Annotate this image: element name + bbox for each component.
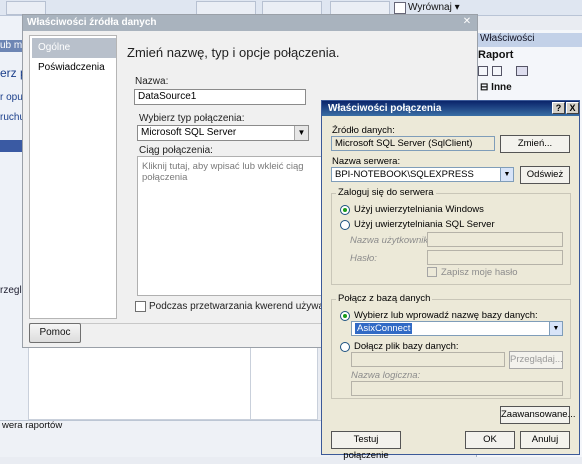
nav-item-general[interactable]: Ogólne xyxy=(32,38,116,58)
attach-database-label: Dołącz plik bazy danych: xyxy=(354,341,459,352)
data-source-label: Źródło danych: xyxy=(332,125,395,136)
password-field[interactable] xyxy=(427,250,563,265)
property-pages-icon[interactable] xyxy=(516,66,528,76)
save-password-checkbox[interactable] xyxy=(427,267,437,277)
status-text: wera raportów xyxy=(2,420,63,431)
help-button[interactable]: Pomoc xyxy=(29,323,81,343)
toolbar-button-group[interactable] xyxy=(6,1,46,15)
categorized-icon[interactable] xyxy=(478,66,488,76)
connection-properties-dialog: Właściwości połączenia ? X Źródło danych… xyxy=(321,100,580,461)
single-transaction-checkbox[interactable] xyxy=(135,301,146,312)
help-icon[interactable]: ? xyxy=(552,102,565,114)
ide-left-highlight xyxy=(0,140,22,152)
password-label: Hasło: xyxy=(350,253,377,264)
change-button[interactable]: Zmień... xyxy=(500,135,570,153)
toolbar-button-group[interactable] xyxy=(262,1,322,15)
ok-button[interactable]: OK xyxy=(465,431,515,449)
data-source-field: Microsoft SQL Server (SqlClient) xyxy=(331,136,495,151)
server-name-label: Nazwa serwera: xyxy=(332,156,401,167)
test-connection-button[interactable]: Testuj połączenie xyxy=(331,431,401,461)
chevron-down-icon[interactable]: ▼ xyxy=(549,322,562,335)
connection-string-label: Ciąg połączenia: xyxy=(139,145,213,156)
dialog-title-bar: Właściwości połączenia xyxy=(322,101,579,116)
dialog-nav: Ogólne Poświadczenia xyxy=(29,35,117,319)
server-name-combo[interactable]: BPI-NOTEBOOK\SQLEXPRESS ▼ xyxy=(331,167,514,182)
database-group-title: Połącz z bazą danych xyxy=(336,293,433,304)
dialog-title-bar: Właściwości źródła danych xyxy=(23,15,477,31)
windows-auth-radio[interactable] xyxy=(340,205,350,215)
properties-subject: Raport xyxy=(478,49,514,61)
canvas-divider xyxy=(250,345,251,420)
username-field[interactable] xyxy=(427,232,563,247)
database-name-combo[interactable]: AsixConnect ▼ xyxy=(351,321,563,336)
align-menu[interactable]: Wyrównaj ▾ xyxy=(408,2,460,13)
username-label: Nazwa użytkownika: xyxy=(350,235,437,246)
cancel-button[interactable]: Anuluj xyxy=(520,431,570,449)
attach-database-radio[interactable] xyxy=(340,342,350,352)
logical-name-field[interactable] xyxy=(351,381,563,396)
page-heading: Zmień nazwę, typ i opcje połączenia. xyxy=(127,45,340,60)
properties-category[interactable]: ⊟ Inne xyxy=(480,82,512,93)
align-icon[interactable] xyxy=(394,2,406,14)
sql-auth-radio[interactable] xyxy=(340,220,350,230)
select-database-radio[interactable] xyxy=(340,311,350,321)
login-group-title: Zaloguj się do serwera xyxy=(336,187,436,198)
save-password-label: Zapisz moje hasło xyxy=(441,267,518,278)
logical-name-label: Nazwa logiczna: xyxy=(351,370,421,381)
toolbar-button-group[interactable] xyxy=(196,1,256,15)
connection-string-input[interactable]: Kliknij tutaj, aby wpisać lub wkleić cią… xyxy=(137,156,327,296)
close-icon[interactable]: ✕ xyxy=(461,16,473,28)
refresh-button[interactable]: Odśwież xyxy=(520,166,570,184)
toolbar-button-group[interactable] xyxy=(330,1,390,15)
alphabetical-icon[interactable] xyxy=(492,66,502,76)
database-file-field[interactable] xyxy=(351,352,505,367)
connection-type-label: Wybierz typ połączenia: xyxy=(139,113,245,124)
sql-auth-label: Użyj uwierzytelniania SQL Server xyxy=(354,219,495,230)
close-icon[interactable]: X xyxy=(566,102,579,114)
nav-item-credentials[interactable]: Poświadczenia xyxy=(32,58,116,78)
report-canvas[interactable] xyxy=(28,345,318,420)
chevron-down-icon[interactable]: ▼ xyxy=(294,126,308,140)
connection-type-select[interactable]: Microsoft SQL Server ▼ xyxy=(137,125,309,141)
advanced-button[interactable]: Zaawansowane... xyxy=(500,406,575,424)
properties-title: Właściwości xyxy=(476,33,582,47)
select-database-label: Wybierz lub wprowadź nazwę bazy danych: xyxy=(354,310,538,321)
properties-toolbar xyxy=(478,64,578,78)
name-label: Nazwa: xyxy=(135,76,169,87)
chevron-down-icon[interactable]: ▼ xyxy=(500,168,513,181)
windows-auth-label: Użyj uwierzytelniania Windows xyxy=(354,204,484,215)
browse-button[interactable]: Przeglądaj... xyxy=(509,351,563,369)
name-field[interactable]: DataSource1 xyxy=(134,89,306,105)
